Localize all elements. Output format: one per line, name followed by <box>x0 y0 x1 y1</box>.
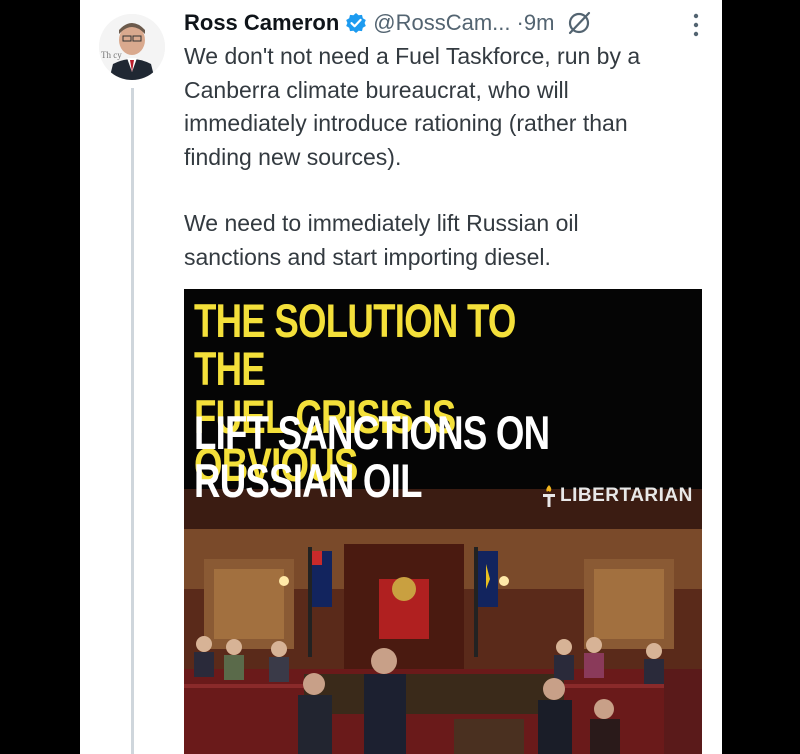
thread-line <box>131 88 134 754</box>
tweet-card[interactable]: Th cy Ross Cameron @RossCam... ·9m We do… <box>80 0 722 754</box>
tweet-text: We don't not need a Fuel Taskforce, run … <box>184 40 704 274</box>
timestamp[interactable]: ·9m <box>517 10 555 36</box>
media-headline-white: Lift sanctions on Russian oil <box>194 406 550 507</box>
tweet-header: Ross Cameron @RossCam... ·9m <box>184 6 704 40</box>
brand-label: LIBERTARIAN <box>560 485 693 506</box>
author-name[interactable]: Ross Cameron <box>184 10 339 36</box>
avatar-badge-text: Th cy <box>101 50 122 60</box>
grok-icon[interactable] <box>566 10 592 36</box>
libertarian-logo-icon <box>540 485 558 507</box>
avatar-portrait: Th cy <box>99 14 165 80</box>
tweet-paragraph-2: We need to immediately lift Russian oil … <box>184 210 579 270</box>
avatar[interactable]: Th cy <box>99 14 165 80</box>
tweet-paragraph-1: We don't not need a Fuel Taskforce, run … <box>184 43 641 170</box>
verified-badge-icon <box>345 12 367 34</box>
author-handle[interactable]: @RossCam... <box>373 10 510 36</box>
libertarian-brand: LIBERTARIAN <box>540 485 693 507</box>
more-options-icon[interactable] <box>692 12 700 38</box>
tweet-media-image[interactable]: The solution to the fuel crisis is obvio… <box>184 289 702 754</box>
